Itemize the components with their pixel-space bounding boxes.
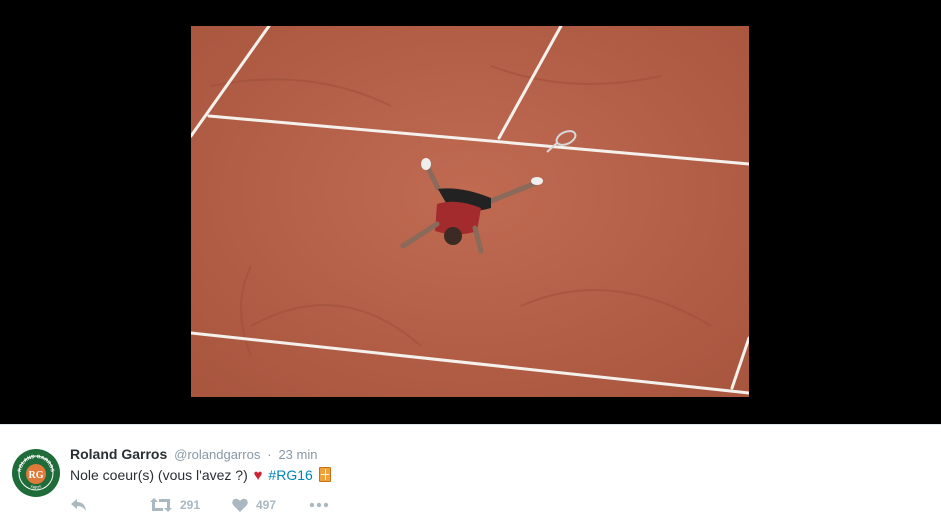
more-button[interactable] xyxy=(309,495,329,515)
retweet-count: 291 xyxy=(180,498,201,512)
like-count: 497 xyxy=(256,498,277,512)
hashtag-link[interactable]: #RG16 xyxy=(268,467,312,483)
author-name[interactable]: Roland Garros xyxy=(70,446,167,462)
tweet-timestamp[interactable]: 23 min xyxy=(278,447,317,462)
more-icon xyxy=(309,502,329,508)
red-heart-emoji: ♥ xyxy=(253,467,263,484)
reply-button[interactable] xyxy=(70,495,88,515)
like-button[interactable]: 497 xyxy=(232,495,276,515)
tweet-text: Nole coeur(s) (vous l'avez ?) ♥ #RG16 xyxy=(70,465,331,485)
tweet-details: ROLAND GARROS RG PARIS Roland Garros @ro… xyxy=(0,424,941,521)
tweet-photo[interactable] xyxy=(191,26,749,397)
tweet-header: Roland Garros @rolandgarros · 23 min xyxy=(70,446,317,464)
retweet-icon xyxy=(150,498,172,512)
heart-icon xyxy=(232,498,248,512)
tweet-actions: 291 497 xyxy=(70,495,470,515)
avatar-monogram: RG xyxy=(29,470,44,481)
tennis-court-emoji xyxy=(318,467,331,482)
avatar[interactable]: ROLAND GARROS RG PARIS xyxy=(12,449,60,497)
header-separator: · xyxy=(267,447,272,462)
media-viewer xyxy=(0,0,941,424)
tweet-text-body: Nole coeur(s) (vous l'avez ?) xyxy=(70,467,248,483)
author-handle[interactable]: @rolandgarros xyxy=(174,447,260,462)
retweet-button[interactable]: 291 xyxy=(150,495,200,515)
reply-icon xyxy=(70,498,88,512)
